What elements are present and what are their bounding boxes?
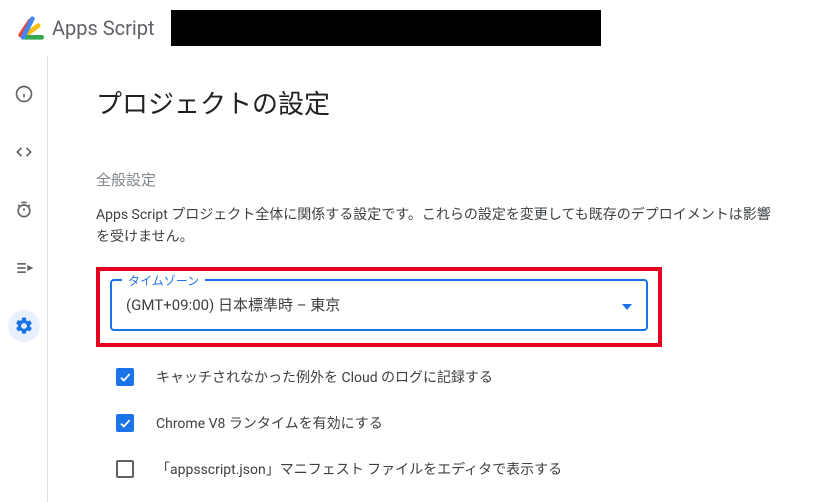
main-content: プロジェクトの設定 全般設定 Apps Script プロジェクト全体に関係する… [48,56,829,502]
general-checkbox-list: キャッチされなかった例外を Cloud のログに記録する Chrome V8 ラ… [116,367,789,479]
sidebar-item-triggers[interactable] [8,194,40,226]
top-bar: Apps Script [0,0,829,56]
checkbox-v8-runtime[interactable] [116,414,134,432]
apps-script-logo-icon [16,14,44,42]
sidebar-item-settings[interactable] [8,310,40,342]
sidebar-item-overview[interactable] [8,78,40,110]
checkbox-label: 「appsscript.json」マニフェスト ファイルをエディタで表示する [156,459,562,479]
checkbox-row-log-exceptions: キャッチされなかった例外を Cloud のログに記録する [116,367,789,387]
timezone-highlight-frame: タイムゾーン (GMT+09:00) 日本標準時 – 東京 [96,267,662,347]
sidebar-item-executions[interactable] [8,252,40,284]
checkbox-show-manifest[interactable] [116,460,134,478]
checkbox-label: Chrome V8 ランタイムを有効にする [156,413,383,433]
checkbox-row-v8-runtime: Chrome V8 ランタイムを有効にする [116,413,789,433]
sidebar-item-editor[interactable] [8,136,40,168]
timezone-select[interactable]: タイムゾーン (GMT+09:00) 日本標準時 – 東京 [110,279,648,331]
checkbox-row-show-manifest: 「appsscript.json」マニフェスト ファイルをエディタで表示する [116,459,789,479]
product-name: Apps Script [52,16,155,40]
timezone-value: (GMT+09:00) 日本標準時 – 東京 [126,294,622,315]
left-sidebar [0,56,48,502]
page-title: プロジェクトの設定 [96,84,789,121]
timezone-float-label: タイムゾーン [122,272,205,289]
redacted-project-name [171,10,601,46]
checkbox-log-exceptions[interactable] [116,368,134,386]
checkbox-label: キャッチされなかった例外を Cloud のログに記録する [156,367,493,387]
dropdown-arrow-icon [622,295,632,314]
general-section-description: Apps Script プロジェクト全体に関係する設定です。これらの設定を変更し… [96,204,776,249]
general-section-label: 全般設定 [96,169,789,190]
